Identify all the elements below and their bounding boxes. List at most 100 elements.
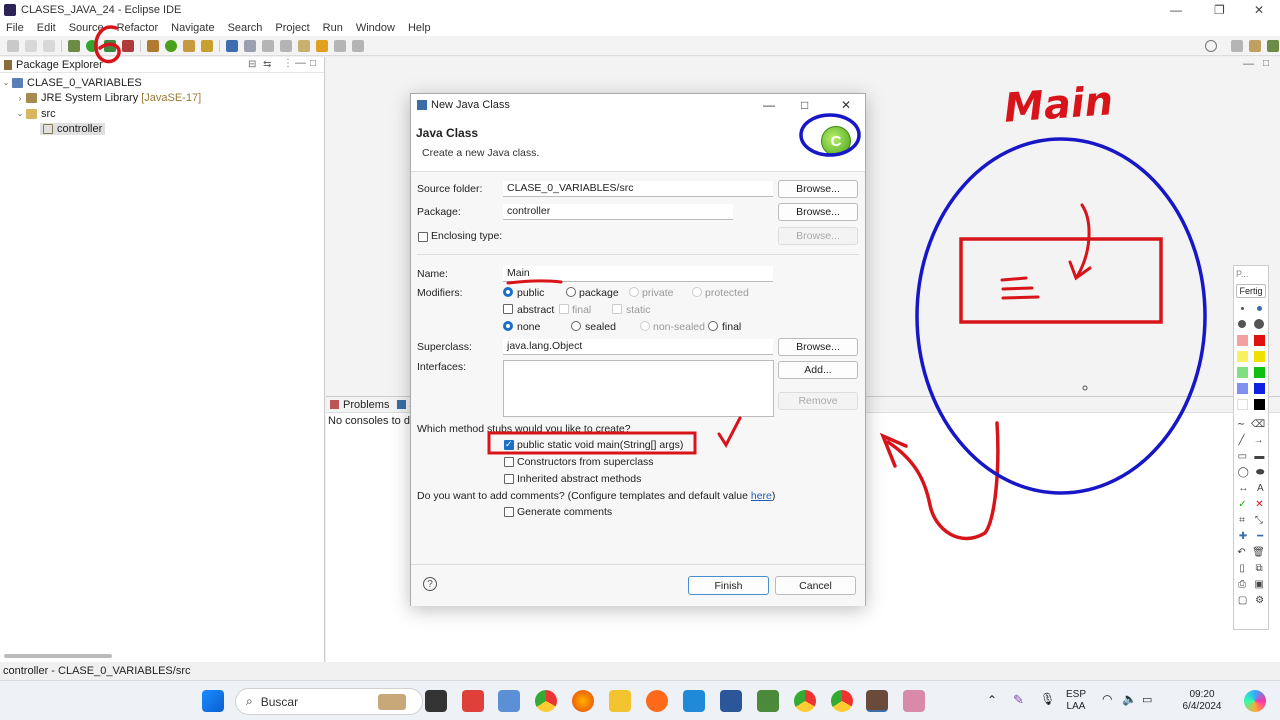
view-menu-icon[interactable]: ⋮: [283, 58, 293, 69]
color-swatch[interactable]: [1254, 350, 1265, 362]
language-indicator[interactable]: ESP LAA: [1066, 689, 1086, 713]
pen-medium-icon[interactable]: [1256, 305, 1262, 311]
screen-icon[interactable]: ▢: [1238, 595, 1247, 606]
color-swatch[interactable]: [1237, 398, 1248, 410]
volume-icon[interactable]: 🔈: [1122, 692, 1137, 706]
chevron-down-icon[interactable]: ⌄: [14, 109, 26, 118]
eraser-icon[interactable]: ⌫: [1251, 419, 1265, 430]
check-icon[interactable]: ✓: [1238, 499, 1246, 510]
pen-xlarge-icon[interactable]: [1254, 319, 1264, 329]
menu-edit[interactable]: Edit: [37, 22, 56, 34]
line-icon[interactable]: ╱: [1238, 435, 1244, 446]
selected-package[interactable]: controller: [40, 123, 106, 136]
radio-private[interactable]: [629, 287, 639, 297]
enclosing-type-checkbox[interactable]: [418, 232, 428, 242]
collapse-all-icon[interactable]: ⊟: [248, 59, 256, 70]
copy-icon[interactable]: ⧉: [1256, 563, 1263, 574]
color-swatch[interactable]: [1237, 350, 1248, 362]
app-icon-blue[interactable]: [498, 690, 520, 712]
menu-source[interactable]: Source: [69, 22, 104, 34]
package-field[interactable]: controller: [503, 204, 733, 220]
class-name-field[interactable]: Main: [503, 266, 773, 282]
package-explorer-title[interactable]: Package Explorer: [16, 59, 103, 71]
enclosing-browse-button[interactable]: Browse...: [778, 227, 858, 245]
minimize-editor-icon[interactable]: —: [1243, 58, 1254, 70]
radio-public[interactable]: [503, 287, 513, 297]
back-icon[interactable]: [316, 39, 328, 52]
word-icon[interactable]: [720, 690, 742, 712]
add-icon[interactable]: ✚: [1239, 531, 1247, 542]
maximize-editor-icon[interactable]: □: [1263, 58, 1269, 69]
save-all-icon[interactable]: [43, 39, 55, 52]
taskbar-search[interactable]: ⌕ Buscar: [235, 688, 423, 715]
radio-final[interactable]: [708, 321, 718, 331]
menu-search[interactable]: Search: [228, 22, 263, 34]
help-icon[interactable]: ?: [423, 577, 437, 591]
new-icon[interactable]: [7, 39, 19, 52]
ellipse-icon[interactable]: ◯: [1238, 467, 1249, 478]
wifi-icon[interactable]: ◠: [1102, 692, 1112, 706]
abstract-checkbox[interactable]: [503, 304, 513, 314]
search-tool-icon[interactable]: [201, 39, 213, 52]
menu-refactor[interactable]: Refactor: [117, 22, 159, 34]
tree-package[interactable]: controller: [0, 122, 324, 138]
superclass-field[interactable]: java.lang.Object: [503, 339, 773, 355]
radio-sealed[interactable]: [571, 321, 581, 331]
settings-icon[interactable]: ⚙: [1255, 595, 1264, 606]
add-interface-button[interactable]: Add...: [778, 361, 858, 379]
external-tools-icon[interactable]: [122, 39, 134, 52]
next-annotation-icon[interactable]: [262, 39, 274, 52]
radio-non-sealed[interactable]: [640, 321, 650, 331]
terminal-icon[interactable]: [226, 39, 238, 52]
radio-package[interactable]: [566, 287, 576, 297]
eclipse-taskbar-icon[interactable]: [866, 690, 888, 712]
superclass-browse-button[interactable]: Browse...: [778, 338, 858, 356]
main-method-checkbox[interactable]: [504, 439, 514, 450]
package-browse-button[interactable]: Browse...: [778, 203, 858, 221]
pen-icon[interactable]: ✎: [1013, 692, 1024, 708]
text-tool-icon[interactable]: A: [1257, 483, 1264, 494]
remove-icon[interactable]: ━: [1257, 531, 1263, 542]
print-icon[interactable]: ⎙: [1238, 579, 1246, 590]
static-checkbox[interactable]: [612, 304, 622, 314]
menu-file[interactable]: File: [6, 22, 24, 34]
filled-ellipse-icon[interactable]: ⬬: [1256, 467, 1265, 478]
new-java-package-icon[interactable]: [147, 39, 159, 52]
close-icon[interactable]: ✕: [1254, 3, 1264, 17]
annotation-done-button[interactable]: Fertig: [1236, 284, 1266, 298]
forward-icon[interactable]: [334, 39, 346, 52]
dialog-maximize-icon[interactable]: □: [801, 98, 808, 112]
new-java-class-icon[interactable]: [165, 39, 177, 52]
clock[interactable]: 09:20 6/4/2024: [1178, 689, 1226, 713]
freehand-icon[interactable]: ∼: [1237, 419, 1245, 430]
file-explorer-icon[interactable]: [609, 690, 631, 712]
rectangle-icon[interactable]: ▭: [1238, 451, 1247, 462]
chrome-icon-2[interactable]: [831, 690, 853, 712]
final-checkbox[interactable]: [559, 304, 569, 314]
configure-templates-link[interactable]: here: [751, 490, 772, 502]
app-icon-red[interactable]: [462, 690, 484, 712]
radio-protected[interactable]: [692, 287, 702, 297]
finish-button[interactable]: Finish: [688, 576, 769, 595]
tree-jre[interactable]: › JRE System Library [JavaSE-17]: [0, 91, 324, 107]
copilot-icon[interactable]: [1244, 690, 1266, 712]
dialog-close-icon[interactable]: ✕: [841, 98, 851, 112]
windows-start-icon[interactable]: [202, 690, 224, 712]
chevron-right-icon[interactable]: ›: [14, 94, 26, 103]
cross-icon[interactable]: ✕: [1255, 499, 1263, 510]
save-icon[interactable]: ▣: [1254, 579, 1263, 590]
firefox-icon[interactable]: [572, 690, 594, 712]
java-perspective-icon[interactable]: [1249, 39, 1261, 52]
color-swatch[interactable]: [1237, 366, 1248, 378]
color-swatch[interactable]: [1254, 398, 1265, 410]
minimize-view-icon[interactable]: —: [295, 57, 306, 69]
prev-annotation-icon[interactable]: [280, 39, 292, 52]
trash-icon[interactable]: 🗑: [1252, 547, 1265, 558]
filled-rect-icon[interactable]: ▬: [1254, 451, 1264, 462]
inherited-methods-checkbox[interactable]: [504, 474, 514, 484]
menu-run[interactable]: Run: [323, 22, 343, 34]
app-icon-green[interactable]: [757, 690, 779, 712]
undo-icon[interactable]: ↶: [1237, 547, 1245, 558]
interfaces-list[interactable]: [503, 360, 774, 417]
search-icon[interactable]: [1205, 39, 1217, 52]
